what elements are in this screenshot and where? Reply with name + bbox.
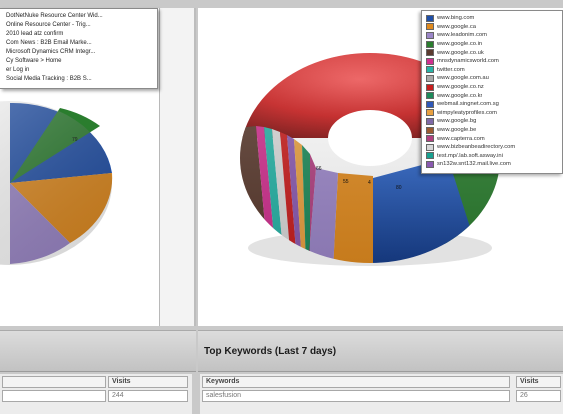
keywords-column-header[interactable]: Keywords <box>202 376 510 388</box>
donut-data-label: 66 <box>316 166 322 172</box>
legend-swatch <box>426 66 434 74</box>
left-table: Visits 244 <box>0 374 192 414</box>
left-chart-legend: DotNetNuke Resource Center Wid... Online… <box>0 8 158 89</box>
legend-label: www.google.bg <box>437 118 477 125</box>
keyword-cell[interactable]: salesfusion <box>202 390 510 402</box>
left-section-header <box>0 330 196 372</box>
legend-swatch <box>426 126 434 134</box>
legend-swatch <box>426 83 434 91</box>
legend-item[interactable]: sn132w.snt132.mail.live.com <box>426 160 559 169</box>
legend-label: test.mp/.lab.soft.asway.ini <box>437 152 503 159</box>
legend-item[interactable]: www.capterra.com <box>426 134 559 143</box>
visits-column-header[interactable]: Visits <box>516 376 561 388</box>
legend-label: www.google.ca <box>437 23 476 30</box>
top-keywords-header: Top Keywords (Last 7 days) <box>198 330 563 372</box>
legend-swatch <box>426 40 434 48</box>
legend-item[interactable]: test.mp/.lab.soft.asway.ini <box>426 152 559 161</box>
legend-label: mnsdynamicsworld.com <box>437 58 499 65</box>
donut-data-label: 80 <box>396 185 402 191</box>
table-cell <box>2 390 106 402</box>
legend-item[interactable]: www.google.co.nz <box>426 83 559 92</box>
legend-item[interactable]: www.google.ca <box>426 23 559 32</box>
top-keywords-table: Keywords Visits salesfusion 26 <box>200 374 563 414</box>
legend-label: wimpyleatyprofiles.com <box>437 109 497 116</box>
legend-swatch <box>426 31 434 39</box>
legend-item[interactable]: mnsdynamicsworld.com <box>426 57 559 66</box>
legend-item[interactable]: www.google.co.in <box>426 40 559 49</box>
legend-swatch <box>426 14 434 22</box>
legend-item[interactable]: er Log in <box>6 66 153 75</box>
legend-item[interactable]: Microsoft Dynamics CRM Integr... <box>6 48 153 57</box>
legend-swatch <box>426 117 434 125</box>
left-pie-slices <box>0 101 113 265</box>
legend-label: www.bing.com <box>437 15 475 22</box>
visits-column-header[interactable]: Visits <box>108 376 188 388</box>
legend-label: www.google.com.au <box>437 75 489 82</box>
legend-label: webmail.singnet.com.sg <box>437 101 499 108</box>
legend-label: www.google.co.uk <box>437 49 484 56</box>
legend-label: www.google.co.kr <box>437 92 483 99</box>
panel-divider <box>160 8 196 326</box>
top-keywords-title: Top Keywords (Last 7 days) <box>204 346 337 357</box>
legend-item[interactable]: twitter.com <box>426 66 559 75</box>
visits-cell: 26 <box>516 390 561 402</box>
legend-swatch <box>426 74 434 82</box>
legend-label: www.google.co.nz <box>437 84 484 91</box>
legend-item[interactable]: DotNetNuke Resource Center Wid... <box>6 12 153 21</box>
legend-item[interactable]: 2010 lead atz confirm <box>6 30 153 39</box>
legend-swatch <box>426 135 434 143</box>
column-header[interactable] <box>2 376 106 388</box>
legend-swatch <box>426 23 434 31</box>
legend-item[interactable]: www.google.bg <box>426 117 559 126</box>
legend-label: sn132w.snt132.mail.live.com <box>437 161 511 168</box>
legend-label: www.leadonim.com <box>437 32 487 39</box>
legend-item[interactable]: www.bing.com <box>426 14 559 23</box>
legend-item[interactable]: wimpyleatyprofiles.com <box>426 109 559 118</box>
legend-label: www.google.be <box>437 127 477 134</box>
legend-item[interactable]: www.google.be <box>426 126 559 135</box>
legend-swatch <box>426 143 434 151</box>
right-chart-legend: www.bing.com www.google.ca www.leadonim.co… <box>421 10 563 174</box>
legend-item[interactable]: www.leadonim.com <box>426 31 559 40</box>
legend-label: www.capterra.com <box>437 135 485 142</box>
legend-item[interactable]: webmail.singnet.com.sg <box>426 100 559 109</box>
legend-label: www.bizbeanbeadirectory.com <box>437 144 516 151</box>
legend-swatch <box>426 57 434 65</box>
legend-swatch <box>426 152 434 160</box>
legend-label: twitter.com <box>437 66 465 73</box>
legend-item[interactable]: www.google.co.kr <box>426 91 559 100</box>
legend-item[interactable]: www.google.co.uk <box>426 48 559 57</box>
legend-swatch <box>426 49 434 57</box>
legend-swatch <box>426 92 434 100</box>
legend-item[interactable]: www.google.com.au <box>426 74 559 83</box>
legend-label: www.google.co.in <box>437 41 483 48</box>
legend-swatch <box>426 160 434 168</box>
visits-cell: 244 <box>108 390 188 402</box>
donut-data-label: 55 <box>343 179 349 185</box>
legend-item[interactable]: Social Media Tracking : B2B S... <box>6 75 153 84</box>
legend-item[interactable]: Cy Software > Home <box>6 57 153 66</box>
legend-swatch <box>426 109 434 117</box>
legend-swatch <box>426 100 434 108</box>
legend-item[interactable]: Com News : B2B Email Marke... <box>6 39 153 48</box>
pie-data-label: 79 <box>72 137 78 143</box>
donut-data-label: 4 <box>368 180 371 186</box>
legend-item[interactable]: www.bizbeanbeadirectory.com <box>426 143 559 152</box>
legend-item[interactable]: Online Resource Center - Trig... <box>6 21 153 30</box>
